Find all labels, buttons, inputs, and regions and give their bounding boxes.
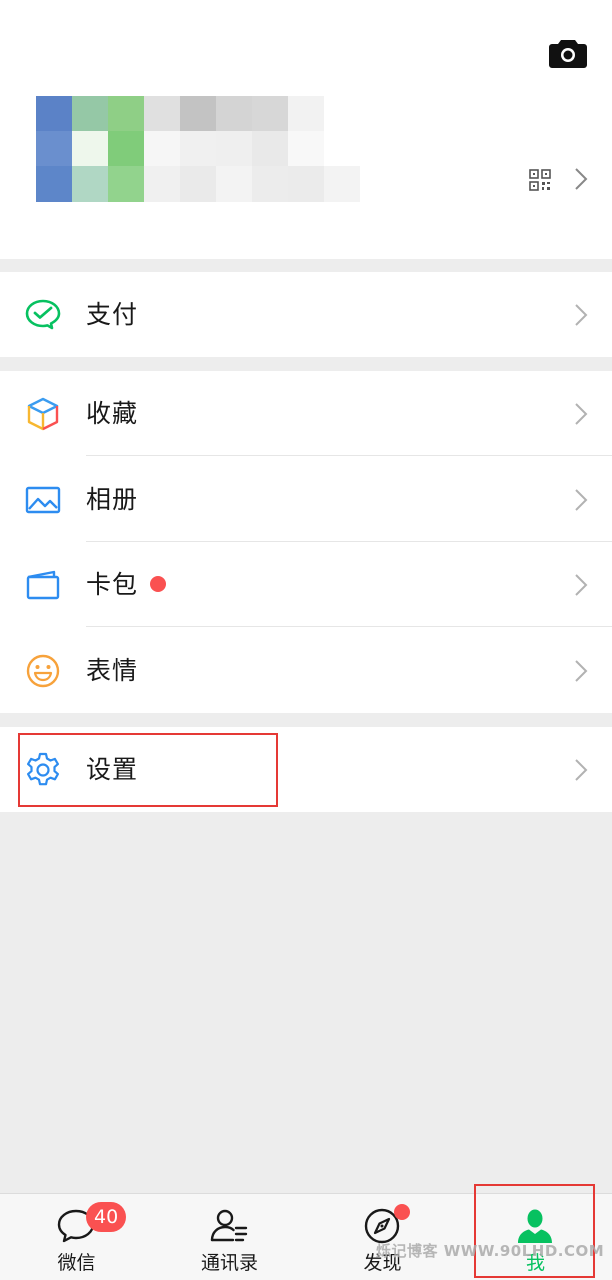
avatar-mosaic-cell [216,96,252,131]
discover-new-dot [394,1204,410,1220]
contacts-icon [210,1209,248,1242]
highlight-box-settings [18,733,278,807]
avatar-mosaic-cell [72,96,108,131]
menu-item-favorites[interactable]: 收藏 [0,371,612,456]
chevron-right-icon [575,759,588,781]
divider [86,626,612,627]
chevron-right-icon [575,304,588,326]
new-indicator-dot [150,576,166,592]
avatar-mosaic-cell [36,96,72,131]
divider [86,455,612,456]
highlight-box-me-tab [474,1184,595,1278]
menu-item-stickers-label: 表情 [86,656,139,685]
wechat-pay-icon [25,299,61,330]
chevron-right-icon [575,574,588,596]
unread-badge: 40 [86,1202,127,1232]
avatar-mosaic-cell [108,96,144,131]
image-icon [25,486,61,514]
avatar[interactable] [36,96,360,202]
avatar-mosaic-cell [180,166,216,202]
tab-chats-label: 微信 [57,1252,96,1274]
card-wallet-icon [26,570,60,600]
avatar-mosaic-cell [72,166,108,202]
tab-chats[interactable]: 40 微信 [0,1194,153,1280]
avatar-mosaic-cell [252,166,288,202]
cube-icon [27,397,59,431]
camera-icon[interactable] [548,36,588,70]
avatar-mosaic-cell [144,166,180,202]
menu-item-album[interactable]: 相册 [0,457,612,542]
menu-group-main: 收藏 相册 卡包 表情 [0,371,612,713]
menu-group-pay: 支付 [0,272,612,357]
menu-item-pay-label: 支付 [86,300,139,329]
avatar-mosaic-cell [216,166,252,202]
watermark-text: 烁记博客 WWW.90LHD.COM [376,1242,605,1260]
menu-item-favorites-label: 收藏 [86,399,139,428]
chevron-right-icon [575,489,588,511]
qr-code-icon[interactable] [528,168,552,192]
avatar-mosaic-cell [324,166,360,202]
menu-item-album-label: 相册 [86,485,139,514]
avatar-mosaic-cell [144,96,180,131]
tab-contacts-label: 通讯录 [200,1252,258,1274]
avatar-mosaic-cell [180,131,216,166]
avatar-mosaic-cell [36,131,72,166]
avatar-mosaic-cell [252,96,288,131]
avatar-mosaic-cell [72,131,108,166]
avatar-mosaic-cell [36,166,72,202]
avatar-mosaic-cell [288,166,324,202]
menu-item-pay[interactable]: 支付 [0,272,612,357]
avatar-mosaic-cell [288,96,324,131]
menu-item-stickers[interactable]: 表情 [0,628,612,713]
avatar-mosaic-cell [108,166,144,202]
menu-item-cards[interactable]: 卡包 [0,542,612,627]
tab-discover[interactable]: 发现 [306,1194,459,1280]
profile-header[interactable] [0,0,612,259]
chevron-right-icon [575,660,588,682]
smile-icon [26,654,60,688]
chevron-right-icon [575,403,588,425]
chevron-right-icon [575,168,588,190]
avatar-mosaic-cell [144,131,180,166]
avatar-mosaic-cell [288,131,324,166]
avatar-mosaic-cell [252,131,288,166]
menu-item-cards-label: 卡包 [86,570,139,599]
avatar-mosaic-cell [180,96,216,131]
avatar-mosaic-cell [108,131,144,166]
avatar-mosaic-cell [216,131,252,166]
tab-contacts[interactable]: 通讯录 [153,1194,306,1280]
